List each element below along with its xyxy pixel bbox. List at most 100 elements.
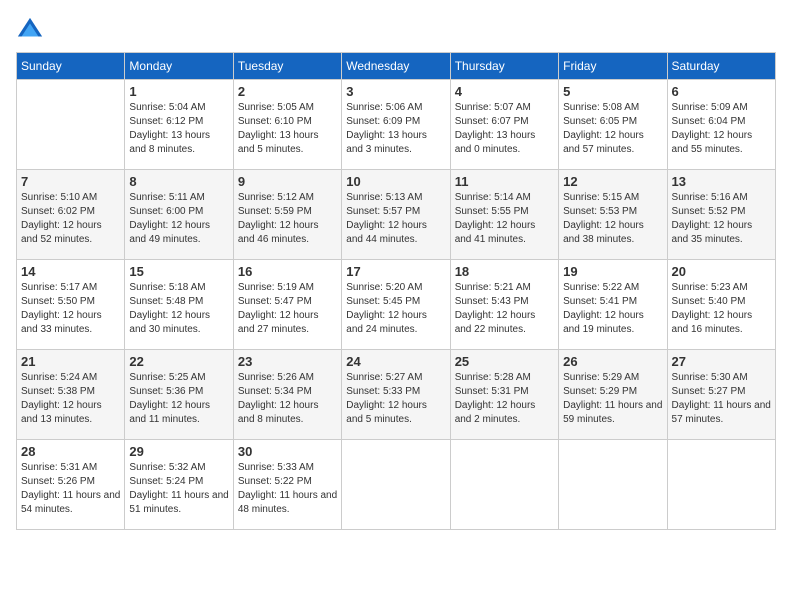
calendar-cell: 23Sunrise: 5:26 AMSunset: 5:34 PMDayligh… [233,350,341,440]
day-number: 30 [238,444,337,459]
calendar-week-row: 1Sunrise: 5:04 AMSunset: 6:12 PMDaylight… [17,80,776,170]
weekday-header-cell: Sunday [17,53,125,80]
day-info: Sunrise: 5:31 AMSunset: 5:26 PMDaylight:… [21,461,120,517]
day-number: 13 [672,174,771,189]
weekday-header-cell: Tuesday [233,53,341,80]
day-number: 2 [238,84,337,99]
calendar-cell [17,80,125,170]
logo [16,16,48,44]
calendar-week-row: 14 Sunrise: 5:17 AMSunset: 5:50 PMDayligh… [17,260,776,350]
logo-icon [16,16,44,44]
day-info: Sunrise: 5:20 AMSunset: 5:45 PMDaylight:… [346,281,445,337]
day-number: 7 [21,174,120,189]
calendar-cell [559,440,667,530]
day-number: 26 [563,354,662,369]
weekday-header-cell: Saturday [667,53,775,80]
day-number: 8 [129,174,228,189]
calendar-cell: 5 Sunrise: 5:08 AMSunset: 6:05 PMDaylight… [559,80,667,170]
calendar-week-row: 21 Sunrise: 5:24 AMSunset: 5:38 PMDayligh… [17,350,776,440]
calendar-cell [450,440,558,530]
calendar-cell: 2 Sunrise: 5:05 AMSunset: 6:10 PMDaylight… [233,80,341,170]
day-number: 17 [346,264,445,279]
calendar-week-row: 7Sunrise: 5:10 AMSunset: 6:02 PMDaylight… [17,170,776,260]
day-number: 6 [672,84,771,99]
calendar-cell: 1Sunrise: 5:04 AMSunset: 6:12 PMDaylight… [125,80,233,170]
calendar-cell: 19 Sunrise: 5:22 AMSunset: 5:41 PMDayligh… [559,260,667,350]
day-info: Sunrise: 5:19 AMSunset: 5:47 PMDaylight:… [238,281,337,337]
calendar-week-row: 28 Sunrise: 5:31 AMSunset: 5:26 PMDayligh… [17,440,776,530]
day-info: Sunrise: 5:25 AMSunset: 5:36 PMDaylight:… [129,371,228,427]
calendar-cell: 11 Sunrise: 5:14 AMSunset: 5:55 PMDayligh… [450,170,558,260]
day-number: 9 [238,174,337,189]
calendar-cell: 20Sunrise: 5:23 AMSunset: 5:40 PMDayligh… [667,260,775,350]
day-number: 15 [129,264,228,279]
day-number: 16 [238,264,337,279]
day-info: Sunrise: 5:24 AMSunset: 5:38 PMDaylight:… [21,371,120,427]
day-info: Sunrise: 5:12 AMSunset: 5:59 PMDaylight:… [238,191,337,247]
calendar-cell: 13 Sunrise: 5:16 AMSunset: 5:52 PMDayligh… [667,170,775,260]
day-info: Sunrise: 5:30 AMSunset: 5:27 PMDaylight:… [672,371,771,427]
day-info: Sunrise: 5:18 AMSunset: 5:48 PMDaylight:… [129,281,228,337]
day-info: Sunrise: 5:15 AMSunset: 5:53 PMDaylight:… [563,191,662,247]
calendar-table: SundayMondayTuesdayWednesdayThursdayFrid… [16,52,776,530]
weekday-header-cell: Wednesday [342,53,450,80]
calendar-cell: 27 Sunrise: 5:30 AMSunset: 5:27 PMDayligh… [667,350,775,440]
day-number: 3 [346,84,445,99]
day-info: Sunrise: 5:13 AMSunset: 5:57 PMDaylight:… [346,191,445,247]
calendar-cell: 30 Sunrise: 5:33 AMSunset: 5:22 PMDayligh… [233,440,341,530]
calendar-cell: 28 Sunrise: 5:31 AMSunset: 5:26 PMDayligh… [17,440,125,530]
day-number: 20 [672,264,771,279]
weekday-header-row: SundayMondayTuesdayWednesdayThursdayFrid… [17,53,776,80]
calendar-cell: 9 Sunrise: 5:12 AMSunset: 5:59 PMDaylight… [233,170,341,260]
calendar-cell: 18Sunrise: 5:21 AMSunset: 5:43 PMDayligh… [450,260,558,350]
calendar-cell: 26 Sunrise: 5:29 AMSunset: 5:29 PMDayligh… [559,350,667,440]
day-number: 4 [455,84,554,99]
day-info: Sunrise: 5:22 AMSunset: 5:41 PMDaylight:… [563,281,662,337]
calendar-cell: 14 Sunrise: 5:17 AMSunset: 5:50 PMDayligh… [17,260,125,350]
day-number: 5 [563,84,662,99]
day-number: 29 [129,444,228,459]
calendar-cell: 21 Sunrise: 5:24 AMSunset: 5:38 PMDayligh… [17,350,125,440]
day-number: 18 [455,264,554,279]
calendar-body: 1Sunrise: 5:04 AMSunset: 6:12 PMDaylight… [17,80,776,530]
calendar-cell: 10 Sunrise: 5:13 AMSunset: 5:57 PMDayligh… [342,170,450,260]
day-number: 21 [21,354,120,369]
weekday-header-cell: Thursday [450,53,558,80]
weekday-header-cell: Friday [559,53,667,80]
calendar-cell: 7Sunrise: 5:10 AMSunset: 6:02 PMDaylight… [17,170,125,260]
day-info: Sunrise: 5:32 AMSunset: 5:24 PMDaylight:… [129,461,228,517]
page-header [16,16,776,44]
day-number: 1 [129,84,228,99]
calendar-cell [342,440,450,530]
day-number: 27 [672,354,771,369]
day-info: Sunrise: 5:07 AMSunset: 6:07 PMDaylight:… [455,101,554,157]
day-number: 10 [346,174,445,189]
day-info: Sunrise: 5:08 AMSunset: 6:05 PMDaylight:… [563,101,662,157]
day-info: Sunrise: 5:16 AMSunset: 5:52 PMDaylight:… [672,191,771,247]
day-info: Sunrise: 5:33 AMSunset: 5:22 PMDaylight:… [238,461,337,517]
calendar-cell: 17 Sunrise: 5:20 AMSunset: 5:45 PMDayligh… [342,260,450,350]
day-info: Sunrise: 5:14 AMSunset: 5:55 PMDaylight:… [455,191,554,247]
day-number: 19 [563,264,662,279]
calendar-cell: 15 Sunrise: 5:18 AMSunset: 5:48 PMDayligh… [125,260,233,350]
day-number: 14 [21,264,120,279]
calendar-cell: 3Sunrise: 5:06 AMSunset: 6:09 PMDaylight… [342,80,450,170]
calendar-cell: 8 Sunrise: 5:11 AMSunset: 6:00 PMDaylight… [125,170,233,260]
day-info: Sunrise: 5:29 AMSunset: 5:29 PMDaylight:… [563,371,662,427]
day-info: Sunrise: 5:27 AMSunset: 5:33 PMDaylight:… [346,371,445,427]
day-number: 24 [346,354,445,369]
day-info: Sunrise: 5:17 AMSunset: 5:50 PMDaylight:… [21,281,120,337]
calendar-cell: 16 Sunrise: 5:19 AMSunset: 5:47 PMDayligh… [233,260,341,350]
calendar-cell: 24 Sunrise: 5:27 AMSunset: 5:33 PMDayligh… [342,350,450,440]
day-info: Sunrise: 5:26 AMSunset: 5:34 PMDaylight:… [238,371,337,427]
weekday-header-cell: Monday [125,53,233,80]
day-info: Sunrise: 5:11 AMSunset: 6:00 PMDaylight:… [129,191,228,247]
calendar-cell: 6Sunrise: 5:09 AMSunset: 6:04 PMDaylight… [667,80,775,170]
day-info: Sunrise: 5:28 AMSunset: 5:31 PMDaylight:… [455,371,554,427]
day-number: 22 [129,354,228,369]
calendar-cell [667,440,775,530]
day-info: Sunrise: 5:05 AMSunset: 6:10 PMDaylight:… [238,101,337,157]
calendar-cell: 25Sunrise: 5:28 AMSunset: 5:31 PMDayligh… [450,350,558,440]
day-number: 11 [455,174,554,189]
day-number: 28 [21,444,120,459]
